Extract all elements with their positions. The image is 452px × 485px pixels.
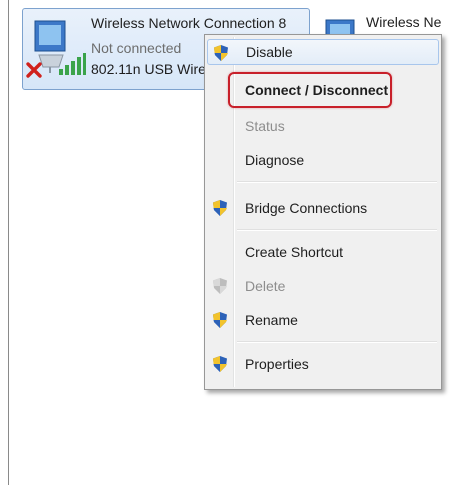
menu-item-properties[interactable]: Properties: [207, 351, 439, 377]
menu-item-status[interactable]: Status: [207, 113, 439, 139]
menu-item-create-shortcut[interactable]: Create Shortcut: [207, 239, 439, 265]
adapter-status: Not connected: [91, 40, 182, 56]
uac-shield-icon: [213, 312, 227, 328]
signal-bars-icon: [59, 53, 86, 75]
menu-item-diagnose[interactable]: Diagnose: [207, 147, 439, 173]
uac-shield-icon: [213, 278, 227, 294]
highlight-annotation: [228, 72, 392, 108]
menu-item-rename[interactable]: Rename: [207, 307, 439, 333]
menu-item-bridge-connections[interactable]: Bridge Connections: [207, 195, 439, 221]
menu-separator: [237, 181, 437, 183]
menu-item-disable[interactable]: Disable: [207, 39, 439, 65]
adapter-device: 802.11n USB Wirele: [91, 61, 217, 77]
menu-item-delete[interactable]: Delete: [207, 273, 439, 299]
adapter-name: Wireless Ne: [366, 14, 442, 30]
menu-separator: [237, 341, 437, 343]
uac-shield-icon: [213, 200, 227, 216]
adapter-name: Wireless Network Connection 8: [91, 15, 287, 31]
uac-shield-icon: [214, 45, 228, 61]
menu-separator: [237, 229, 437, 231]
red-x-icon: [26, 62, 42, 78]
uac-shield-icon: [213, 356, 227, 372]
